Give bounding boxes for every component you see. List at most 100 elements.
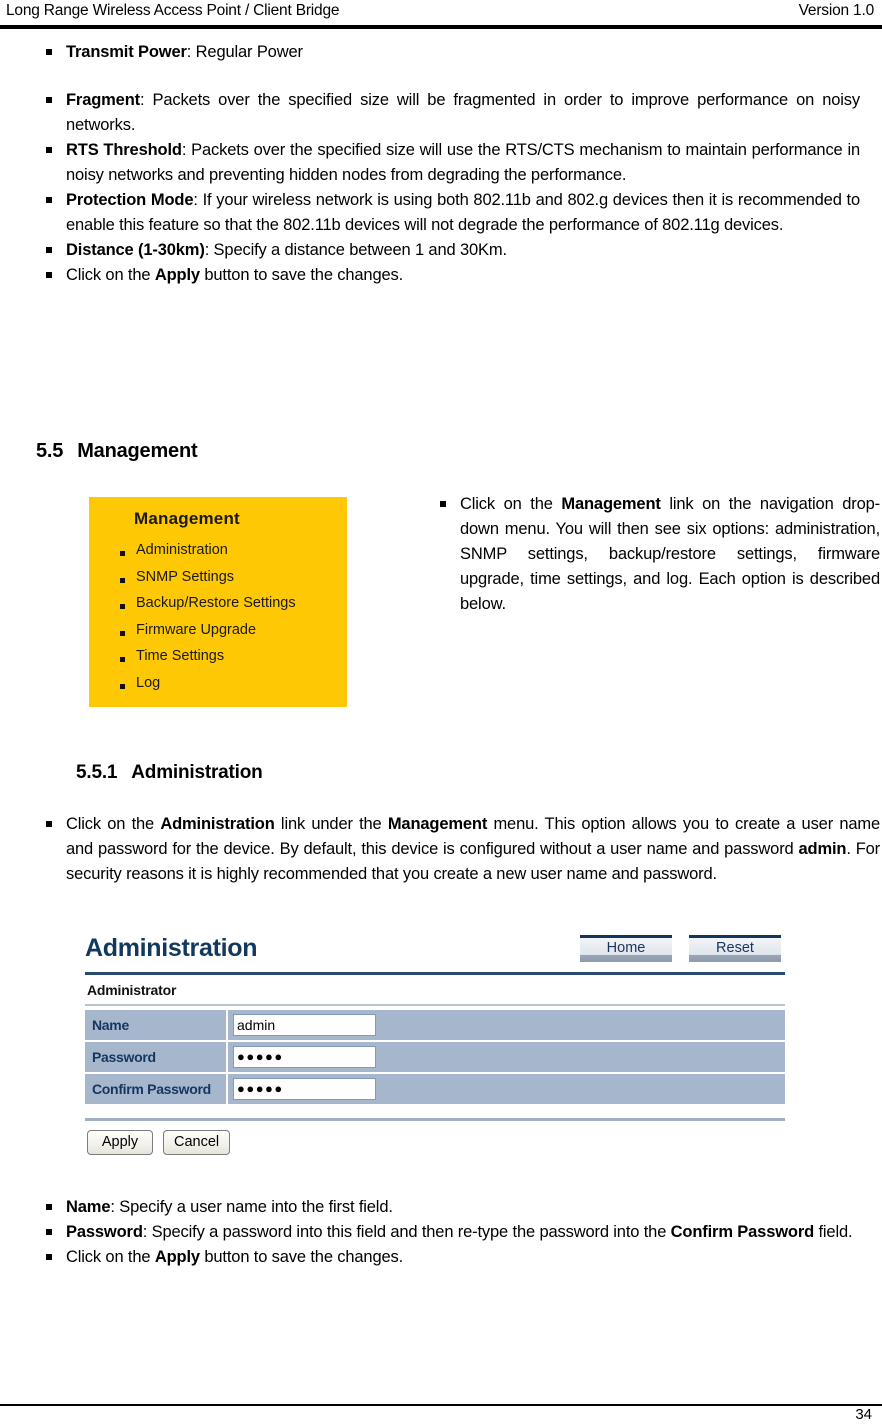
management-note-block: Click on the Management link on the navi… <box>424 492 880 617</box>
bullet-apply-save: Click on the Apply button to save the ch… <box>30 1245 880 1270</box>
bullet-fragment-term: Fragment <box>66 91 140 109</box>
subsection-number: 5.5.1 <box>76 762 118 783</box>
admin-intro-b1: Administration <box>160 815 275 833</box>
bullet-apply-term: Apply <box>154 266 200 284</box>
bullet-password-desc: : Specify a password into this field and… <box>142 1223 671 1241</box>
bullet-transmit-power-term: Transmit Power <box>66 43 187 61</box>
bullet-password-term: Password <box>66 1223 143 1241</box>
bullet-distance: Distance (1-30km): Specify a distance be… <box>30 238 860 263</box>
management-menu-screenshot: Management Administration SNMP Settings … <box>89 497 347 707</box>
bullet-protection-mode-term: Protection Mode <box>66 191 194 209</box>
management-menu-item-backup-restore-settings[interactable]: Backup/Restore Settings <box>115 590 296 617</box>
management-menu-item-label: Log <box>136 674 161 691</box>
bullet-protection-mode: Protection Mode: If your wireless networ… <box>30 188 860 238</box>
administrator-form-footer-rule <box>85 1118 785 1121</box>
management-menu-item-time-settings[interactable]: Time Settings <box>115 643 296 670</box>
bullet-rts-threshold-term: RTS Threshold <box>66 141 182 159</box>
admin-intro-b2: Management <box>387 815 488 833</box>
management-menu-list: Administration SNMP Settings Backup/Rest… <box>115 537 296 696</box>
subsection-heading-administration: 5.5.1 Administration <box>76 762 263 784</box>
bullet-management-note: Click on the Management link on the navi… <box>424 492 880 617</box>
form-field-password-cell: ●●●●● <box>228 1042 785 1072</box>
header-document-title: Long Range Wireless Access Point / Clien… <box>6 2 340 19</box>
administration-intro-block: Click on the Administration link under t… <box>30 812 880 887</box>
bullet-distance-desc: : Specify a distance between 1 and 30Km. <box>204 241 507 259</box>
bullet-spacer <box>30 65 860 88</box>
bullet-apply-prefix: Click on the <box>66 266 155 284</box>
management-menu-item-label: Backup/Restore Settings <box>136 595 296 611</box>
bullet-distance-term: Distance (1-30km) <box>66 241 205 259</box>
management-menu-item-label: SNMP Settings <box>136 568 235 585</box>
bullet-apply-save-term: Apply <box>154 1248 200 1266</box>
password-input[interactable]: ●●●●● <box>233 1046 376 1068</box>
closing-bullet-list: Name: Specify a user name into the first… <box>30 1195 880 1270</box>
management-note-term: Management <box>561 495 661 513</box>
bullet-fragment: Fragment: Packets over the specified siz… <box>30 88 860 138</box>
header-divider-rule <box>0 25 882 29</box>
form-label-password: Password <box>85 1042 228 1072</box>
bullet-transmit-power: Transmit Power: Regular Power <box>30 40 860 65</box>
form-row-confirm-password: Confirm Password ●●●●● <box>85 1074 785 1104</box>
top-bullet-list: Transmit Power: Regular Power Fragment: … <box>30 40 860 288</box>
confirm-password-input[interactable]: ●●●●● <box>233 1078 376 1100</box>
apply-button[interactable]: Apply <box>87 1130 153 1155</box>
wireless-settings-bullet-block: Transmit Power: Regular Power Fragment: … <box>30 40 860 288</box>
admin-intro-b3: admin <box>798 840 847 858</box>
bullet-name-field: Name: Specify a user name into the first… <box>30 1195 880 1220</box>
form-label-name: Name <box>85 1010 228 1040</box>
management-note-prefix: Click on the <box>460 495 562 513</box>
management-menu-item-snmp-settings[interactable]: SNMP Settings <box>115 564 296 591</box>
bullet-name-desc: : Specify a user name into the first fie… <box>110 1198 393 1216</box>
administration-page-screenshot: Administration Home Reset Administrator … <box>85 932 785 1155</box>
reset-button[interactable]: Reset <box>689 935 781 962</box>
administrator-form-table: Name admin Password ●●●●● Confirm Passwo… <box>85 1010 785 1106</box>
management-menu-item-label: Time Settings <box>136 648 225 664</box>
management-menu-item-label: Firmware Upgrade <box>136 621 257 638</box>
administration-screenshot-header: Administration Home Reset <box>85 932 785 974</box>
footer-divider-rule <box>0 1404 882 1406</box>
management-menu-item-label: Administration <box>136 542 228 558</box>
bullet-password-field: Password: Specify a password into this f… <box>30 1220 880 1245</box>
bullet-apply-instruction: Click on the Apply button to save the ch… <box>30 263 860 288</box>
section-number: 5.5 <box>36 440 64 462</box>
form-field-name-cell: admin <box>228 1010 785 1040</box>
bullet-confirm-password-desc: field. <box>814 1223 853 1241</box>
management-menu-title: Management <box>134 509 240 528</box>
form-row-password: Password ●●●●● <box>85 1042 785 1072</box>
management-note-list: Click on the Management link on the navi… <box>424 492 880 617</box>
bullet-name-term: Name <box>66 1198 111 1216</box>
form-row-name: Name admin <box>85 1010 785 1040</box>
administration-header-buttons: Home Reset <box>580 935 781 962</box>
administration-intro-list: Click on the Administration link under t… <box>30 812 880 887</box>
management-menu-item-firmware-upgrade[interactable]: Firmware Upgrade <box>115 617 296 644</box>
bullet-apply-save-prefix: Click on the <box>66 1248 155 1266</box>
bullet-transmit-power-desc: : Regular Power <box>186 43 303 61</box>
bullet-apply-desc: button to save the changes. <box>199 266 404 284</box>
section-title: Management <box>77 440 198 462</box>
bullet-apply-save-desc: button to save the changes. <box>199 1248 404 1266</box>
page-running-header: Long Range Wireless Access Point / Clien… <box>0 0 882 26</box>
bullet-rts-threshold-desc: : Packets over the specified size will u… <box>66 141 860 184</box>
administrator-section-label: Administrator <box>87 982 177 998</box>
bullet-confirm-password-term: Confirm Password <box>670 1223 815 1241</box>
administration-title-rule <box>85 972 785 975</box>
administration-field-bullets: Name: Specify a user name into the first… <box>30 1195 880 1270</box>
page-number: 34 <box>855 1406 872 1423</box>
header-version-label: Version 1.0 <box>798 2 875 19</box>
bullet-rts-threshold: RTS Threshold: Packets over the specifie… <box>30 138 860 188</box>
form-field-confirm-password-cell: ●●●●● <box>228 1074 785 1104</box>
subsection-title: Administration <box>131 762 263 783</box>
form-label-confirm-password: Confirm Password <box>85 1074 228 1104</box>
section-heading-management: 5.5 Management <box>36 440 198 463</box>
admin-intro-p1: Click on the <box>66 815 161 833</box>
bullet-fragment-desc: : Packets over the specified size will b… <box>66 91 860 134</box>
management-menu-item-administration[interactable]: Administration <box>115 537 296 564</box>
administrator-section-rule <box>85 1004 785 1006</box>
bullet-administration-intro: Click on the Administration link under t… <box>30 812 880 887</box>
name-input[interactable]: admin <box>233 1014 376 1036</box>
administrator-form-actions: Apply Cancel <box>87 1130 231 1155</box>
management-menu-item-log[interactable]: Log <box>115 670 296 697</box>
administration-page-title: Administration <box>85 934 258 962</box>
home-button[interactable]: Home <box>580 935 672 962</box>
cancel-button[interactable]: Cancel <box>163 1130 231 1155</box>
